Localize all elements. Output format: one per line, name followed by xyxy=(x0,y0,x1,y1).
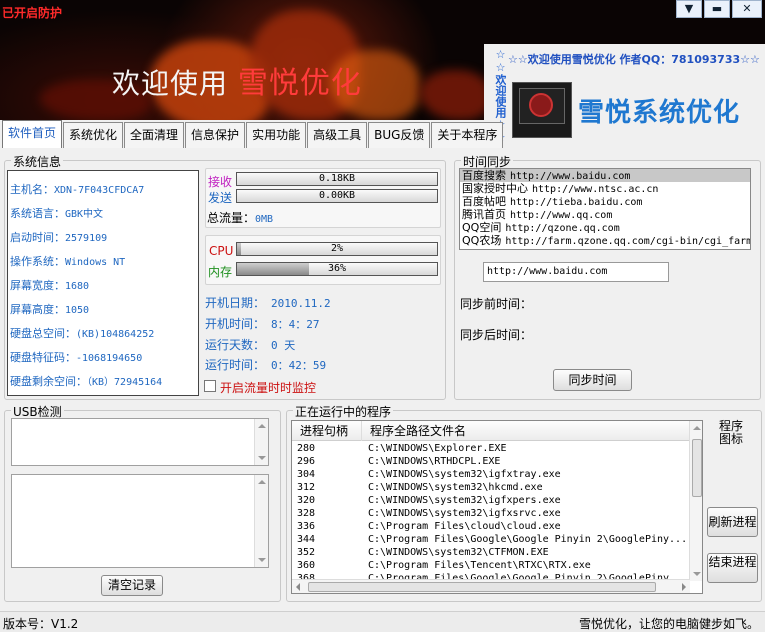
menu-dropdown-button[interactable]: ▼ xyxy=(676,0,702,18)
welcome-accent: 雪悦优化 xyxy=(237,66,362,101)
total-traffic: 总流量：0MB xyxy=(207,211,274,225)
process-icon-label: 程序图标 xyxy=(718,419,743,446)
send-bar: 0.00KB xyxy=(236,189,438,203)
cpu-bar-fill xyxy=(237,243,241,255)
system-info-title: 系统信息 xyxy=(11,153,64,170)
boot-date: 开机日期： 2010.11.2 xyxy=(205,296,331,310)
process-title: 正在运行中的程序 xyxy=(293,403,394,420)
scroll-thumb[interactable] xyxy=(308,582,656,592)
disk-total-row: 硬盘总空间：(KB)104864252 xyxy=(10,327,155,340)
mem-label: 内存 xyxy=(208,265,233,279)
scroll-left-icon xyxy=(296,583,300,591)
marquee-text: ☆☆欢迎使用雪悦优化 作者QQ：781093733☆☆ xyxy=(506,44,765,72)
site-item[interactable]: QQ空间 http://qzone.qq.com xyxy=(460,221,750,234)
flame-decoration xyxy=(420,70,490,120)
boot-time-row: 启动时间：2579109 xyxy=(10,231,108,244)
slogan-text: 雪悦优化，让您的电脑健步如飞。 xyxy=(578,617,759,631)
site-item[interactable]: 国家授时中心 http://www.ntsc.ac.cn xyxy=(460,182,750,195)
site-list[interactable]: 百度搜索 http://www.baidu.com 国家授时中心 http://ww… xyxy=(459,168,751,250)
sync-time-button[interactable]: 同步时间 xyxy=(553,369,632,391)
tab-home[interactable]: 软件首页 xyxy=(2,120,63,148)
logo-title: 雪悦系统优化 xyxy=(578,98,741,128)
mem-value: 36% xyxy=(327,263,347,274)
protection-status: 已开启防护 xyxy=(2,6,63,20)
cpu-value: 2% xyxy=(330,243,344,254)
version-text: 版本号：V1.2 xyxy=(3,617,79,631)
traffic-monitor-checkbox[interactable] xyxy=(204,380,216,392)
site-item[interactable]: 百度帖吧 http://tieba.baidu.com xyxy=(460,195,750,208)
refresh-process-button[interactable]: 刷新进程 xyxy=(707,507,758,537)
mem-bar: 36% xyxy=(236,262,438,276)
close-button[interactable]: ✕ xyxy=(732,0,762,18)
usb-status-box[interactable] xyxy=(11,418,269,466)
logo-icon xyxy=(512,82,572,138)
boot-clock: 开机时间： 8：4：27 xyxy=(205,317,320,331)
usb-log-scrollbar[interactable] xyxy=(254,475,268,567)
clear-log-button[interactable]: 清空记录 xyxy=(101,575,163,596)
recv-value: 0.18KB xyxy=(318,173,356,184)
screen-width-row: 屏幕宽度：1680 xyxy=(10,279,90,292)
column-header-pid[interactable]: 进程句柄 xyxy=(292,421,362,441)
send-label: 发送 xyxy=(208,191,233,205)
tab-system-optimize[interactable]: 系统优化 xyxy=(63,122,124,148)
welcome-prefix: 欢迎使用 xyxy=(112,67,229,100)
tab-utilities[interactable]: 实用功能 xyxy=(246,122,307,148)
site-item[interactable]: QQ农场 http://farm.qzone.qq.com/cgi-bin/cgi… xyxy=(460,234,750,247)
mem-bar-fill xyxy=(237,263,309,275)
tab-advanced-tools[interactable]: 高级工具 xyxy=(307,122,368,148)
send-value: 0.00KB xyxy=(318,190,356,201)
recv-label: 接收 xyxy=(208,175,233,189)
site-item[interactable]: 腾讯首页 http://www.qq.com xyxy=(460,208,750,221)
kill-process-button[interactable]: 结束进程 xyxy=(707,553,758,583)
tab-info-protect[interactable]: 信息保护 xyxy=(185,122,246,148)
system-info-list: 主机名：XDN-7F043CFDCA7 系统语言：GBK中文 启动时间：2579… xyxy=(7,170,199,396)
sync-after-label: 同步后时间： xyxy=(460,328,533,342)
run-time: 运行时间： 0：42：59 xyxy=(205,358,327,372)
screen-height-row: 屏幕高度：1050 xyxy=(10,303,90,316)
minimize-button[interactable]: ▬ xyxy=(704,0,730,18)
status-bar: 版本号：V1.2 雪悦优化，让您的电脑健步如飞。 xyxy=(0,611,765,632)
cpu-label: CPU xyxy=(209,244,234,258)
disk-free-row: 硬盘剩余空间：（KB）72945164 xyxy=(10,375,163,388)
tab-full-clean[interactable]: 全面清理 xyxy=(124,122,185,148)
site-item[interactable]: 百度搜索 http://www.baidu.com xyxy=(460,169,750,182)
tab-bug-report[interactable]: BUG反馈 xyxy=(368,122,431,148)
usb-status-scrollbar[interactable] xyxy=(254,419,268,465)
disk-serial-row: 硬盘特征码：-1068194650 xyxy=(10,351,143,364)
scroll-thumb[interactable] xyxy=(692,439,702,497)
scroll-right-icon xyxy=(682,583,686,591)
recv-bar: 0.18KB xyxy=(236,172,438,186)
tab-bar: 软件首页 系统优化 全面清理 信息保护 实用功能 高级工具 BUG反馈 关于本程… xyxy=(2,120,504,148)
traffic-monitor-label[interactable]: 开启流量时时监控 xyxy=(220,379,316,396)
run-days: 运行天数： 0 天 xyxy=(205,338,296,352)
process-table[interactable]: 进程句柄 程序全路径文件名 280 C:\WINDOWS\Explorer.EXE… xyxy=(291,420,703,594)
scroll-down-icon xyxy=(693,572,701,576)
scroll-down-icon xyxy=(258,456,266,460)
logo-panel: 雪悦系统优化 xyxy=(506,72,765,148)
process-vertical-scrollbar[interactable] xyxy=(689,421,702,581)
usb-log-box[interactable] xyxy=(11,474,269,568)
cpu-bar: 2% xyxy=(236,242,438,256)
tab-about[interactable]: 关于本程序 xyxy=(431,122,504,148)
scroll-down-icon xyxy=(258,558,266,562)
sync-url-input[interactable]: http://www.baidu.com xyxy=(483,262,669,282)
hostname-row: 主机名：XDN-7F043CFDCA7 xyxy=(10,183,145,196)
scroll-up-icon xyxy=(258,480,266,484)
scroll-up-icon xyxy=(258,424,266,428)
language-row: 系统语言：GBK中文 xyxy=(10,207,104,220)
scroll-up-icon xyxy=(693,426,701,430)
sync-before-label: 同步前时间： xyxy=(460,297,533,311)
process-table-header: 进程句柄 程序全路径文件名 xyxy=(292,421,690,441)
welcome-title: 欢迎使用 雪悦优化 xyxy=(112,58,362,102)
os-row: 操作系统：Windows NT xyxy=(10,255,126,268)
column-header-path[interactable]: 程序全路径文件名 xyxy=(362,421,690,441)
process-horizontal-scrollbar[interactable] xyxy=(292,579,690,593)
